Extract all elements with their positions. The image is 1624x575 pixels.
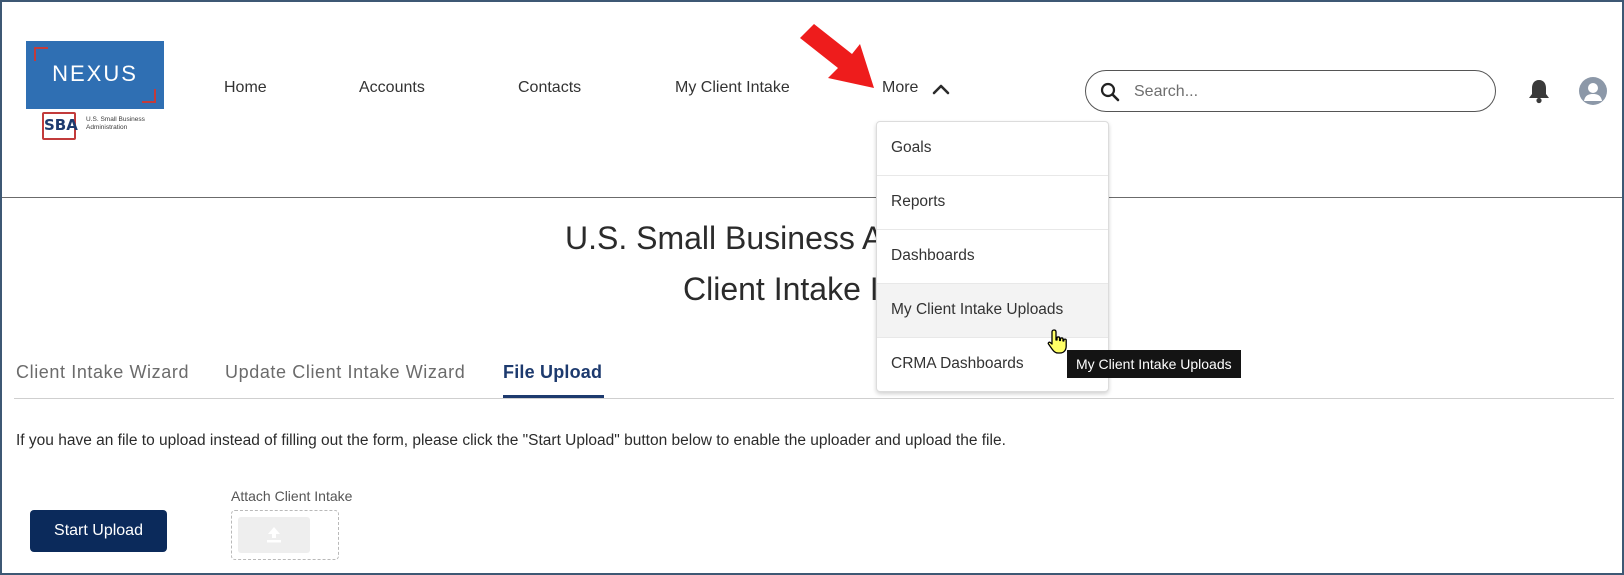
start-upload-button[interactable]: Start Upload xyxy=(30,510,167,552)
sba-logo-mark: SBA xyxy=(44,116,78,134)
logo-corner xyxy=(34,47,48,61)
nav-item-contacts[interactable]: Contacts xyxy=(518,79,581,97)
tab-file-upload[interactable]: File Upload xyxy=(503,362,602,383)
tooltip: My Client Intake Uploads xyxy=(1067,350,1241,378)
tab-divider xyxy=(14,398,1614,399)
avatar-figure xyxy=(1584,83,1602,101)
chevron-up-icon[interactable] xyxy=(932,82,950,96)
menu-item-my-client-intake-uploads[interactable]: My Client Intake Uploads xyxy=(877,284,1108,338)
page-title-line1: U.S. Small Business Ad xyxy=(565,220,902,256)
nav-item-my-client-intake[interactable]: My Client Intake xyxy=(675,79,790,97)
upload-instructions: If you have an file to upload instead of… xyxy=(16,432,1006,449)
nexus-logo-text: NEXUS xyxy=(52,61,138,86)
tab-client-intake-wizard[interactable]: Client Intake Wizard xyxy=(16,362,189,383)
global-header: NEXUS SBA U.S. Small Business Administra… xyxy=(2,2,1622,198)
upload-icon xyxy=(267,527,281,543)
menu-item-goals[interactable]: Goals xyxy=(877,122,1108,176)
menu-item-dashboards[interactable]: Dashboards xyxy=(877,230,1108,284)
global-search[interactable] xyxy=(1085,70,1496,112)
menu-item-label: CRMA Dashboards xyxy=(891,355,1024,372)
bell-icon[interactable] xyxy=(1527,78,1551,104)
tab-update-client-intake-wizard[interactable]: Update Client Intake Wizard xyxy=(225,362,465,383)
logo-corner xyxy=(142,89,156,103)
nav-item-more[interactable]: More xyxy=(882,79,918,97)
search-input[interactable] xyxy=(1134,80,1474,104)
menu-item-label: Reports xyxy=(891,193,946,210)
nexus-logo[interactable]: NEXUS xyxy=(26,41,164,109)
upload-button[interactable] xyxy=(238,517,310,553)
search-icon xyxy=(1100,82,1120,102)
menu-item-reports[interactable]: Reports xyxy=(877,176,1108,230)
menu-item-label: Dashboards xyxy=(891,247,975,264)
menu-item-label: My Client Intake Uploads xyxy=(891,301,1064,318)
menu-item-label: Goals xyxy=(891,139,932,156)
annotation-arrow-icon xyxy=(800,24,874,88)
attach-client-intake-label: Attach Client Intake xyxy=(231,488,353,504)
user-avatar-icon[interactable] xyxy=(1579,77,1607,105)
file-dropzone[interactable] xyxy=(231,510,339,560)
nav-item-accounts[interactable]: Accounts xyxy=(359,79,425,97)
page-title-line2: Client Intake I xyxy=(683,271,879,307)
sba-agency-name: U.S. Small Business Administration xyxy=(86,116,145,131)
nav-item-home[interactable]: Home xyxy=(224,79,267,97)
